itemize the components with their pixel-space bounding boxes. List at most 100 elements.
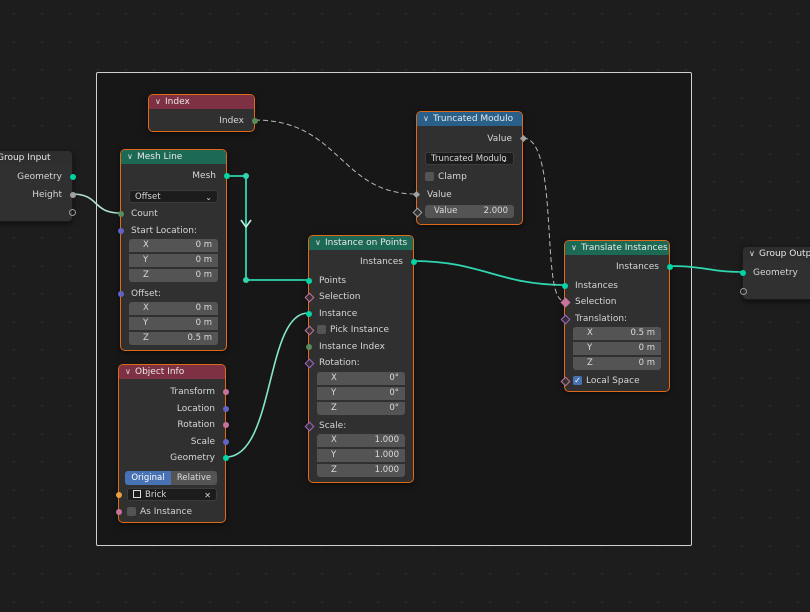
- output-index: Index: [149, 114, 258, 128]
- vector-socket-icon[interactable]: [222, 406, 229, 412]
- pick-instance-checkbox[interactable]: [317, 325, 326, 334]
- node-truncated-modulo[interactable]: ∨ Truncated Modulo Value Truncated Modulo…: [412, 111, 527, 225]
- node-title: Truncated Modulo: [433, 114, 514, 124]
- node-header[interactable]: ∨ Translate Instances: [565, 241, 669, 255]
- socket-label: Value: [427, 190, 452, 200]
- node-title: Object Info: [135, 367, 185, 377]
- offset-y-field[interactable]: Y 0 m: [129, 317, 218, 330]
- as-instance-checkbox[interactable]: [127, 507, 136, 516]
- geometry-socket-icon[interactable]: [222, 455, 229, 461]
- rotation-socket-icon[interactable]: [222, 422, 229, 428]
- mode-dropdown[interactable]: Offset ⌄: [129, 190, 218, 203]
- operation-dropdown[interactable]: Truncated Modulo ⌄: [425, 152, 514, 165]
- chevron-down-icon[interactable]: ∨: [423, 112, 433, 126]
- boolean-socket-icon[interactable]: [115, 509, 122, 515]
- offset-z-field[interactable]: Z 0.5 m: [129, 332, 218, 345]
- node-header[interactable]: ∨ Truncated Modulo: [417, 112, 522, 126]
- chevron-down-icon[interactable]: ∨: [127, 150, 137, 164]
- geometry-socket-icon[interactable]: [739, 270, 746, 276]
- tab-original[interactable]: Original: [125, 471, 171, 485]
- rotation-z-field[interactable]: Z 0°: [317, 402, 405, 415]
- geometry-socket-icon[interactable]: [305, 278, 312, 284]
- local-space-checkbox[interactable]: ✓: [573, 376, 582, 385]
- tab-relative[interactable]: Relative: [171, 471, 217, 485]
- start-y-field[interactable]: Y 0 m: [129, 254, 218, 267]
- geometry-socket-icon[interactable]: [223, 173, 230, 179]
- node-mesh-line[interactable]: ∨ Mesh Line Mesh Offset ⌄ Count Start Loc…: [117, 149, 230, 351]
- geometry-socket-icon[interactable]: [69, 174, 76, 180]
- vector-socket-icon[interactable]: [222, 439, 229, 445]
- matrix-socket-icon[interactable]: [222, 389, 229, 395]
- node-header[interactable]: ∨ Mesh Line: [121, 150, 226, 164]
- geometry-socket-icon[interactable]: [561, 283, 568, 289]
- float-socket-icon[interactable]: [69, 192, 76, 198]
- node-object-info[interactable]: ∨ Object Info Transform Location Rotation…: [115, 364, 229, 523]
- start-z-field[interactable]: Z 0 m: [129, 269, 218, 282]
- node-instance-on-points[interactable]: ∨ Instance on Points Instances Points Sel…: [304, 235, 417, 483]
- object-socket-icon[interactable]: [115, 492, 122, 498]
- chevron-down-icon[interactable]: ∨: [315, 236, 325, 250]
- input-instance-index: Instance Index: [305, 340, 413, 354]
- close-icon[interactable]: ✕: [204, 489, 211, 502]
- socket-label: Start Location:: [131, 226, 197, 236]
- output-value: Value: [417, 132, 527, 146]
- node-index[interactable]: ∨ Index Index: [148, 94, 258, 132]
- socket-label: Height: [32, 190, 62, 200]
- field-value: 0°: [389, 388, 399, 398]
- output-scale: Scale: [119, 435, 229, 449]
- chevron-down-icon[interactable]: ∨: [155, 95, 165, 109]
- socket-label: Points: [319, 276, 347, 286]
- rotation-x-field[interactable]: X 0°: [317, 372, 405, 385]
- translation-x-field[interactable]: X 0.5 m: [573, 327, 661, 340]
- rotation-y-field[interactable]: Y 0°: [317, 387, 405, 400]
- clamp-checkbox[interactable]: [425, 172, 434, 181]
- chevron-down-icon[interactable]: ∨: [749, 247, 759, 261]
- node-group-output[interactable]: ∨Group Output Geometry: [739, 246, 810, 300]
- node-title: Translate Instances: [581, 243, 668, 253]
- socket-label: Instance: [319, 309, 358, 319]
- node-header[interactable]: ∨ Instance on Points: [309, 236, 413, 250]
- geometry-socket-icon[interactable]: [305, 311, 312, 317]
- transform-space-toggle: Original Relative: [125, 471, 217, 485]
- axis-label: Z: [331, 403, 337, 413]
- input-offset: Offset:: [117, 287, 226, 301]
- scale-x-field[interactable]: X 1.000: [317, 434, 405, 447]
- vector-socket-icon[interactable]: [117, 291, 124, 297]
- field-value: 0 m: [638, 358, 655, 368]
- dropdown-value: Offset: [135, 192, 161, 202]
- integer-socket-icon[interactable]: [251, 118, 258, 124]
- node-translate-instances[interactable]: ∨ Translate Instances Instances Instances…: [560, 240, 673, 392]
- scale-y-field[interactable]: Y 1.000: [317, 449, 405, 462]
- geometry-socket-icon[interactable]: [666, 264, 673, 270]
- node-header[interactable]: ∨ Object Info: [119, 365, 225, 379]
- node-header[interactable]: ∨ Index: [149, 95, 254, 109]
- input-geometry: Geometry: [739, 266, 810, 280]
- empty-socket-icon[interactable]: [68, 209, 76, 216]
- integer-socket-icon[interactable]: [117, 211, 124, 217]
- empty-socket-icon[interactable]: [739, 288, 747, 295]
- socket-label: Instances: [616, 262, 659, 272]
- node-header[interactable]: ∨Group Output: [743, 247, 810, 261]
- chevron-down-icon[interactable]: ∨: [125, 365, 135, 379]
- axis-label: Y: [331, 388, 337, 398]
- vector-socket-icon[interactable]: [117, 228, 124, 234]
- geometry-socket-icon[interactable]: [410, 259, 417, 265]
- node-header[interactable]: Group Input: [0, 151, 72, 165]
- socket-label: Selection: [575, 297, 617, 307]
- input-value: Value: [412, 188, 522, 202]
- integer-socket-icon[interactable]: [305, 344, 312, 350]
- chevron-down-icon[interactable]: ∨: [571, 241, 581, 255]
- axis-label: Z: [143, 333, 149, 343]
- scale-z-field[interactable]: Z 1.000: [317, 464, 405, 477]
- socket-label: Transform: [170, 387, 215, 397]
- translation-z-field[interactable]: Z 0 m: [573, 357, 661, 370]
- axis-label: X: [143, 240, 149, 250]
- start-x-field[interactable]: X 0 m: [129, 239, 218, 252]
- socket-label: Offset:: [131, 289, 162, 299]
- value-field[interactable]: Value 2.000: [425, 205, 514, 218]
- input-as-instance: As Instance: [115, 505, 225, 519]
- object-field[interactable]: Brick ✕: [127, 488, 217, 501]
- translation-y-field[interactable]: Y 0 m: [573, 342, 661, 355]
- node-group-input[interactable]: Group Input Geometry Height: [0, 150, 76, 222]
- offset-x-field[interactable]: X 0 m: [129, 302, 218, 315]
